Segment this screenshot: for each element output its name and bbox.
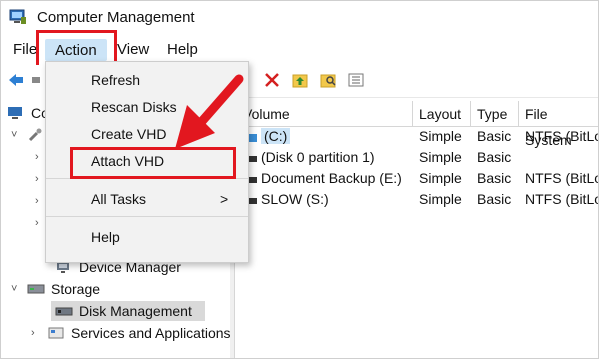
attach-vhd-highlight-box <box>70 147 236 179</box>
window-title: Computer Management <box>37 9 195 26</box>
volume-file-system: NTFS (BitLo <box>525 191 599 207</box>
folder-up-icon[interactable] <box>291 71 309 89</box>
table-row[interactable]: SLOW (S:) Simple Basic NTFS (BitLo <box>237 190 598 210</box>
menu-help[interactable]: Help <box>167 41 198 58</box>
menu-view[interactable]: View <box>117 41 149 58</box>
menu-item-refresh[interactable]: Refresh <box>91 72 140 88</box>
volume-type: Basic <box>477 191 512 207</box>
menu-item-rescan-disks[interactable]: Rescan Disks <box>91 99 177 115</box>
disk-management-icon <box>55 304 73 318</box>
chevron-down-icon[interactable]: ˅ <box>11 284 21 295</box>
volume-list: Volume Layout Type File System (C:) Simp… <box>237 101 598 358</box>
volume-file-system: NTFS (BitLo <box>525 128 599 144</box>
tree-disk-management[interactable]: Disk Management <box>51 301 205 321</box>
volume-name: Document Backup (E:) <box>261 170 402 186</box>
chevron-right-icon[interactable]: › <box>31 328 41 339</box>
tree-child-4[interactable]: › <box>35 213 45 233</box>
volume-layout: Simple <box>419 128 462 144</box>
storage-label: Storage <box>51 281 101 297</box>
folder-search-icon[interactable] <box>319 71 337 89</box>
computer-management-icon <box>9 9 27 25</box>
menu-item-all-tasks[interactable]: All Tasks <box>91 191 146 207</box>
column-file-system[interactable]: File System <box>519 101 598 148</box>
menu-separator <box>46 216 248 217</box>
disk-management-label: Disk Management <box>79 303 192 319</box>
column-type[interactable]: Type <box>471 101 519 127</box>
volume-type: Basic <box>477 149 512 165</box>
volume-type: Basic <box>477 128 512 144</box>
column-volume[interactable]: Volume <box>237 101 413 127</box>
tree-services-applications[interactable]: › Services and Applications <box>31 323 231 343</box>
column-layout[interactable]: Layout <box>413 101 471 127</box>
back-arrow-icon[interactable] <box>7 71 25 89</box>
tree-child-1[interactable]: › <box>35 147 45 167</box>
volume-layout: Simple <box>419 170 462 186</box>
services-label: Services and Applications <box>71 325 231 341</box>
volume-name: SLOW (S:) <box>261 191 329 207</box>
services-icon <box>47 326 65 340</box>
chevron-right-icon[interactable]: › <box>35 152 45 163</box>
chevron-right-icon[interactable]: › <box>35 218 45 229</box>
delete-icon[interactable] <box>263 71 281 89</box>
menu-file[interactable]: File <box>13 41 37 58</box>
volume-layout: Simple <box>419 149 462 165</box>
tree-system-tools[interactable]: ˅ <box>11 125 45 145</box>
list-icon[interactable] <box>347 71 365 89</box>
chevron-down-icon[interactable]: ˅ <box>11 130 21 141</box>
menu-item-help[interactable]: Help <box>91 229 120 245</box>
volume-file-system: NTFS (BitLo <box>525 170 599 186</box>
table-row[interactable]: Document Backup (E:) Simple Basic NTFS (… <box>237 169 598 189</box>
volume-name: (Disk 0 partition 1) <box>261 149 375 165</box>
tools-icon <box>27 128 45 142</box>
chevron-right-icon[interactable]: › <box>35 174 45 185</box>
chevron-right-icon: > <box>220 191 229 207</box>
tree-child-2[interactable]: › <box>35 169 45 189</box>
computer-icon <box>7 106 25 120</box>
tree-storage[interactable]: ˅ Storage <box>11 279 100 299</box>
volume-layout: Simple <box>419 191 462 207</box>
table-row[interactable]: (C:) Simple Basic NTFS (BitLo <box>237 127 598 147</box>
volume-name: (C:) <box>261 128 291 144</box>
tree-child-3[interactable]: › <box>35 191 45 211</box>
forward-icon[interactable] <box>31 71 41 89</box>
storage-icon <box>27 282 45 296</box>
table-row[interactable]: (Disk 0 partition 1) Simple Basic <box>237 148 598 168</box>
menu-item-create-vhd[interactable]: Create VHD <box>91 126 166 142</box>
chevron-right-icon[interactable]: › <box>35 196 45 207</box>
volume-type: Basic <box>477 170 512 186</box>
computer-management-window: Computer Management File View Help Actio… <box>0 0 599 359</box>
tree-root[interactable]: Co <box>7 103 49 123</box>
